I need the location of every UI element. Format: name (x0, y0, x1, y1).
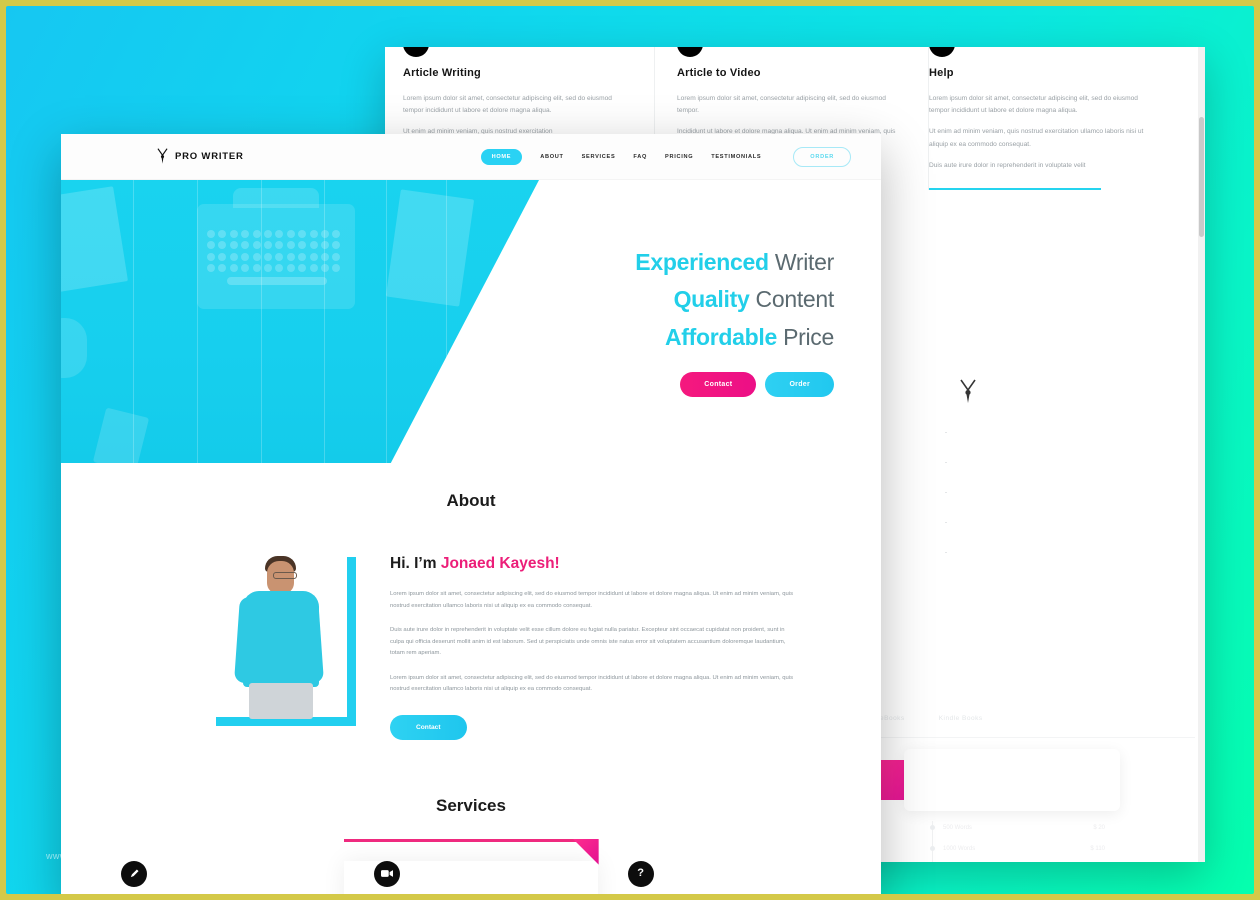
hero-line-3-rest: Price (777, 323, 834, 350)
nav-item-services[interactable]: SERVICES (582, 154, 616, 160)
divider (929, 187, 1101, 190)
service-card-help[interactable]: ? Help Lorem ipsum dolor sit amet, conse… (598, 860, 851, 894)
corner-fold-decoration (572, 838, 599, 865)
object-decoration (61, 318, 87, 378)
frame-accent-vertical (347, 557, 356, 722)
typewriter-spacebar (227, 277, 327, 285)
hero-buttons: Contact Order (635, 371, 834, 397)
video-icon (677, 47, 703, 57)
service-card-article-to-video[interactable]: Article to Video Lorem ipsum dolor sit a… (344, 838, 599, 894)
scrollbar[interactable] (1198, 47, 1205, 862)
brand-name: PRO WRITER (175, 151, 244, 162)
background-service-text: Lorem ipsum dolor sit amet, consectetur … (929, 95, 1138, 115)
nav-item-testimonials[interactable]: TESTIMONIALS (711, 154, 761, 160)
hero-line-2-rest: Content (749, 286, 835, 313)
list-item[interactable]: - (945, 520, 947, 550)
avatar (229, 551, 333, 723)
nav-item-faq[interactable]: FAQ (633, 154, 647, 160)
typewriter-keys (207, 230, 347, 276)
nav-item-pricing[interactable]: PRICING (665, 154, 693, 160)
about-paragraph: Duis aute irure dolor in reprehenderit i… (390, 627, 786, 657)
about-paragraph: Lorem ipsum dolor sit amet, consectetur … (390, 591, 794, 609)
hero-line-2: Quality Content (635, 281, 835, 318)
pen-nib-icon (157, 148, 168, 164)
hero-line-1-rest: Writer (768, 249, 834, 275)
paper-decoration (385, 189, 475, 307)
about-text: Hi. I’m Jonaed Kayesh! Lorem ipsum dolor… (390, 551, 796, 740)
table-row[interactable]: 1000 Words $ 110 (925, 838, 1105, 859)
list-item[interactable]: - (945, 460, 947, 490)
hero-section: Experienced Writer Quality Content Affor… (61, 180, 881, 463)
hero-line-3: Affordable Price (635, 319, 834, 356)
hero-text: Experienced Writer Quality Content Affor… (635, 244, 834, 397)
table-row[interactable]: 2000 Words $ 200 (925, 859, 1105, 862)
background-service-text: Ut enim ad minim veniam, quis nostrud ex… (929, 128, 1144, 148)
list-item[interactable]: - (945, 490, 947, 520)
main-browser-page[interactable]: PRO WRITER HOME ABOUT SERVICES FAQ PRICI… (61, 134, 881, 894)
paper-decoration (92, 407, 150, 463)
table-row[interactable]: 500 Words $ 20 (925, 817, 1105, 838)
price-row-value: $ 20 (1093, 824, 1105, 831)
watermark-text: www.freetemplate.example (46, 851, 164, 861)
navbar: PRO WRITER HOME ABOUT SERVICES FAQ PRICI… (61, 134, 881, 180)
background-service-title: Article to Video (677, 67, 761, 79)
question-mark-icon: ? (627, 860, 654, 887)
hero-line-3-strong: Affordable (664, 323, 777, 350)
hero-contact-button[interactable]: Contact (680, 371, 757, 397)
services-title: Services (436, 795, 506, 815)
gradient-background: Article Writing Lorem ipsum dolor sit am… (6, 6, 1254, 894)
background-service-text: Duis aute irure dolor in reprehenderit i… (929, 161, 1086, 169)
services-section: Services Article Writing Lorem ipsum dol… (61, 740, 881, 894)
brand-logo[interactable]: PRO WRITER (156, 148, 244, 165)
question-mark-icon (929, 47, 955, 57)
nav-item-about[interactable]: ABOUT (540, 154, 563, 160)
scrollbar-thumb[interactable] (1199, 117, 1204, 237)
tab-kindle-books[interactable]: Kindle Books (939, 715, 983, 722)
background-service-title: Help (929, 67, 954, 79)
hero-line-2-strong: Quality (673, 286, 750, 313)
pencil-icon (121, 860, 147, 887)
pricing-card-elite[interactable]: Elite (904, 749, 1120, 811)
hero-line-1: Experienced Writer (635, 244, 834, 281)
background-service-text: Lorem ipsum dolor sit amet, consectetur … (403, 95, 612, 115)
pencil-icon (403, 47, 429, 57)
service-card-article-writing[interactable]: Article Writing Lorem ipsum dolor sit am… (91, 860, 344, 894)
nav-links: HOME ABOUT SERVICES FAQ PRICING TESTIMON… (480, 146, 851, 167)
about-heading-name: Jonaed Kayesh! (440, 555, 560, 572)
list-item[interactable]: - (945, 430, 947, 460)
about-heading: Hi. I’m Jonaed Kayesh! (390, 555, 796, 573)
background-service-text: Lorem ipsum dolor sit amet, consectetur … (677, 95, 886, 115)
price-row-list: 500 Words $ 20 1000 Words $ 110 2000 Wor… (925, 817, 1105, 862)
about-title: About (446, 491, 496, 510)
paper-decoration (61, 186, 129, 294)
hero-image (61, 180, 539, 463)
pricing-tabs[interactable]: eBooks Kindle Books (880, 715, 983, 722)
price-row-label: 1000 Words (943, 845, 976, 852)
hero-line-1-strong: Experienced (635, 249, 769, 275)
background-service-card[interactable]: Help Lorem ipsum dolor sit amet, consect… (929, 47, 1180, 190)
services-grid: Article Writing Lorem ipsum dolor sit am… (61, 816, 881, 894)
list-item[interactable]: - (945, 550, 947, 580)
hero-order-button[interactable]: Order (765, 371, 834, 397)
about-heading-prefix: Hi. I’m (390, 555, 441, 572)
divider (855, 737, 1195, 738)
about-section: About Hi. I’m Jonaed Kayesh! Lorem ipsum… (61, 463, 881, 740)
about-body: Hi. I’m Jonaed Kayesh! Lorem ipsum dolor… (61, 511, 881, 740)
background-service-title: Article Writing (403, 67, 481, 79)
price-row-value: $ 110 (1090, 845, 1105, 852)
pen-nib-icon (960, 379, 976, 403)
about-paragraph: Lorem ipsum dolor sit amet, consectetur … (390, 674, 794, 693)
tab-ebooks[interactable]: eBooks (880, 715, 905, 722)
about-photo-frame (211, 551, 356, 726)
nav-item-home[interactable]: HOME (480, 148, 523, 165)
video-icon (374, 860, 401, 887)
about-contact-button[interactable]: Contact (390, 714, 467, 740)
order-button[interactable]: ORDER (793, 146, 851, 167)
background-footer-list: - - - - - (945, 430, 947, 580)
price-row-label: 500 Words (943, 824, 972, 831)
